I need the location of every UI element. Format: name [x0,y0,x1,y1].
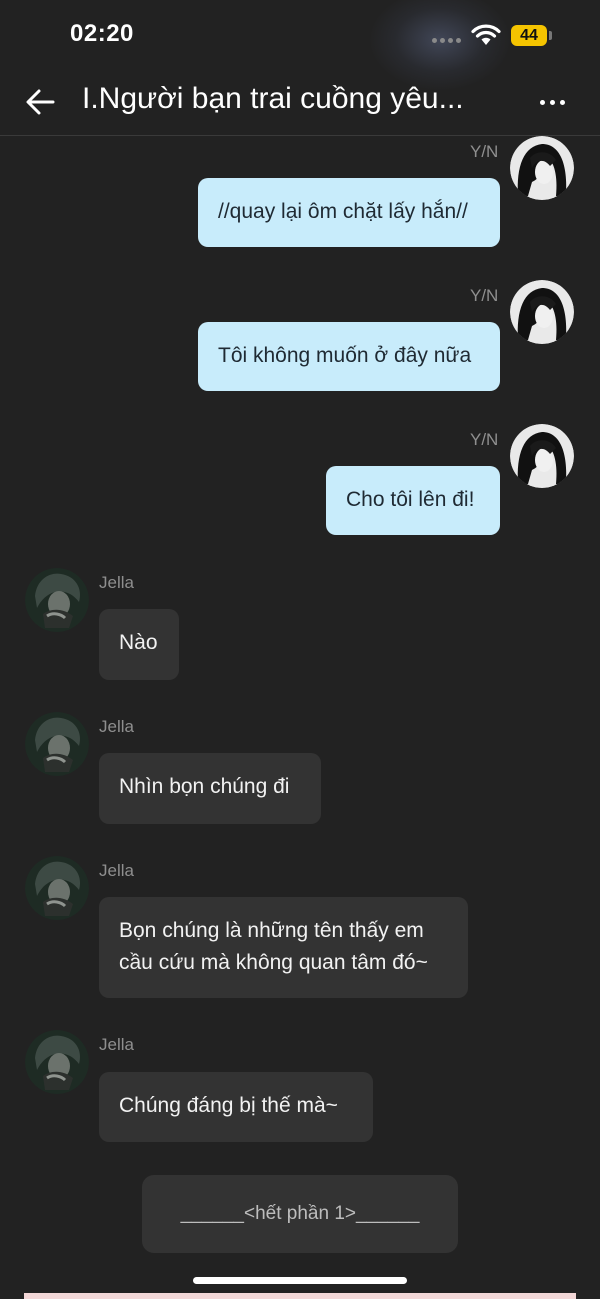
sender-name: Jella [99,861,134,880]
back-arrow-icon[interactable] [22,84,58,120]
sender-name: Y/N [470,286,499,305]
message-bubble: Tôi không muốn ở đây nữa [198,322,500,391]
more-options-icon[interactable] [540,90,574,114]
status-bar: 02:20 44 [0,0,600,90]
wifi-icon [471,24,501,45]
message-bubble: Cho tôi lên đi! [326,466,500,535]
chat-screen: 02:20 44 I.Người bạn trai cuồng yêu... Y… [0,0,600,1299]
message-bubble: //quay lại ôm chặt lấy hắn// [198,178,500,247]
jella-avatar[interactable] [25,712,89,776]
sender-name: Jella [99,573,134,592]
battery-tip [549,31,552,40]
chat-header: I.Người bạn trai cuồng yêu... [0,70,600,136]
jella-avatar[interactable] [25,1030,89,1094]
status-time: 02:20 [70,20,134,47]
yn-avatar[interactable] [510,424,574,488]
sender-name: Jella [99,1035,134,1054]
message-bubble: Nào [99,609,179,680]
message-bubble: Nhìn bọn chúng đi [99,753,321,824]
sender-name: Y/N [470,430,499,449]
sender-name: Jella [99,717,134,736]
home-indicator[interactable] [193,1277,407,1284]
yn-avatar[interactable] [510,136,574,200]
message-bubble: Bọn chúng là những tên thấy em cầu cứu m… [99,897,468,998]
sender-name: Y/N [470,142,499,161]
story-title: I.Người bạn trai cuồng yêu... [82,82,464,115]
jella-avatar[interactable] [25,568,89,632]
chapter-end-note: ______<hết phần 1>______ [142,1175,458,1253]
bottom-strip [24,1293,576,1299]
yn-avatar[interactable] [510,280,574,344]
battery-level: 44 [520,27,538,44]
jella-avatar[interactable] [25,856,89,920]
cellular-signal-icon [432,38,464,44]
battery-icon: 44 [511,25,547,46]
message-bubble: Chúng đáng bị thế mà~ [99,1072,373,1142]
